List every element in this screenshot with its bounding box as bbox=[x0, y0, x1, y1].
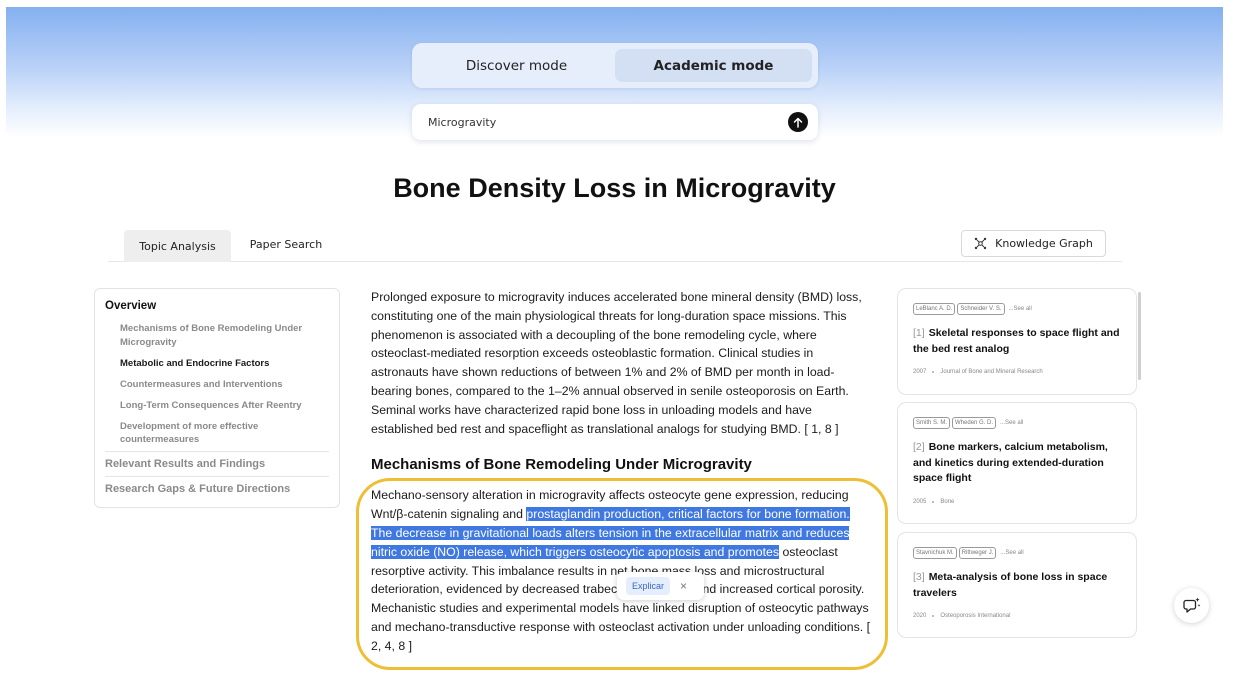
knowledge-graph-button[interactable]: Knowledge Graph bbox=[961, 230, 1106, 257]
academic-mode-button[interactable]: Academic mode bbox=[615, 49, 812, 82]
author-chip[interactable]: Rittweger J. bbox=[958, 547, 997, 559]
see-all-authors-link[interactable]: ...See all bbox=[1000, 550, 1023, 556]
author-chip[interactable]: Wheden G. D. bbox=[952, 417, 997, 429]
submit-button[interactable] bbox=[788, 112, 808, 132]
explain-button[interactable]: Explicar bbox=[626, 577, 671, 595]
toc-item-metabolic[interactable]: Metabolic and Endocrine Factors bbox=[105, 357, 310, 371]
reference-journal: Journal of Bone and Mineral Research bbox=[940, 369, 1043, 375]
sparkle-chat-icon bbox=[1182, 597, 1200, 613]
see-all-authors-link[interactable]: ...See all bbox=[1000, 420, 1023, 426]
reference-number: [3] bbox=[913, 571, 925, 583]
reference-card[interactable]: Stavnichuk M. Rittweger J. ...See all [3… bbox=[897, 532, 1137, 638]
tab-topic-analysis[interactable]: Topic Analysis bbox=[124, 230, 231, 262]
reference-card[interactable]: LeBlanc A. D. Schneider V. S. ...See all… bbox=[897, 288, 1137, 395]
knowledge-graph-label: Knowledge Graph bbox=[995, 237, 1093, 250]
reference-meta: 2005 Bone bbox=[913, 499, 1121, 505]
toc-item-countermeasures[interactable]: Countermeasures and Interventions bbox=[105, 378, 310, 392]
reference-journal: Bone bbox=[940, 498, 955, 505]
close-icon[interactable]: × bbox=[680, 580, 687, 592]
page-title: Bone Density Loss in Microgravity bbox=[393, 173, 836, 203]
see-all-authors-link[interactable]: ...See all bbox=[1009, 306, 1032, 312]
arrow-up-icon bbox=[793, 117, 803, 128]
toc-item-mechanisms[interactable]: Mechanisms of Bone Remodeling Under Micr… bbox=[105, 322, 310, 349]
reference-journal: Osteoporosis International bbox=[940, 613, 1011, 619]
reference-title-text: Meta-analysis of bone loss in space trav… bbox=[913, 571, 1108, 599]
separator-dot bbox=[932, 615, 935, 617]
selection-popup: Explicar × bbox=[617, 572, 704, 600]
reference-number: [2] bbox=[913, 441, 925, 453]
author-chip[interactable]: LeBlanc A. D. bbox=[913, 303, 956, 315]
author-list: Smith S. M. Wheden G. D. ...See all bbox=[913, 417, 1121, 429]
toc-item-long-term[interactable]: Long-Term Consequences After Reentry bbox=[105, 399, 310, 413]
reference-meta: 2020 Osteoporosis International bbox=[913, 613, 1121, 619]
toc-section-results[interactable]: Relevant Results and Findings bbox=[105, 451, 329, 476]
reference-number: [1] bbox=[913, 327, 925, 339]
discover-mode-button[interactable]: Discover mode bbox=[418, 49, 615, 82]
reference-title: [3] Meta-analysis of bone loss in space t… bbox=[913, 570, 1121, 601]
reference-title-text: Skeletal responses to space flight and t… bbox=[913, 327, 1120, 355]
separator-dot bbox=[932, 500, 935, 503]
reference-year: 2007 bbox=[913, 369, 927, 375]
toc-overview[interactable]: Overview bbox=[105, 300, 329, 312]
table-of-contents: Overview Mechanisms of Bone Remodeling U… bbox=[94, 288, 340, 508]
reference-year: 2020 bbox=[913, 613, 927, 619]
reference-title: [2] Bone markers, calcium metabolism, and… bbox=[913, 440, 1121, 487]
separator-dot bbox=[932, 371, 935, 373]
reference-year: 2005 bbox=[913, 498, 927, 505]
author-chip[interactable]: Stavnichuk M. bbox=[913, 547, 957, 559]
reference-meta: 2007 Journal of Bone and Mineral Research bbox=[913, 369, 1121, 375]
tab-paper-search[interactable]: Paper Search bbox=[245, 230, 327, 258]
author-list: LeBlanc A. D. Schneider V. S. ...See all bbox=[913, 303, 1121, 315]
toc-section-gaps[interactable]: Research Gaps & Future Directions bbox=[105, 476, 329, 501]
search-box bbox=[412, 104, 818, 140]
reference-card[interactable]: Smith S. M. Wheden G. D. ...See all [2] B… bbox=[897, 402, 1137, 524]
mode-toggle: Discover mode Academic mode bbox=[412, 43, 818, 88]
intro-paragraph: Prolonged exposure to microgravity induc… bbox=[371, 290, 862, 436]
graph-nodes-icon bbox=[974, 237, 987, 250]
search-input[interactable] bbox=[428, 115, 788, 129]
reference-title-text: Bone markers, calcium metabolism, and ki… bbox=[913, 441, 1108, 484]
author-list: Stavnichuk M. Rittweger J. ...See all bbox=[913, 547, 1121, 559]
assistant-fab-button[interactable] bbox=[1174, 588, 1209, 623]
author-chip[interactable]: Smith S. M. bbox=[913, 417, 951, 429]
author-chip[interactable]: Schneider V. S. bbox=[957, 303, 1005, 315]
reference-title: [1] Skeletal responses to space flight an… bbox=[913, 326, 1121, 357]
references-scrollbar[interactable] bbox=[1138, 292, 1141, 380]
toc-item-development[interactable]: Development of more effective countermea… bbox=[105, 420, 310, 447]
section-heading: Mechanisms of Bone Remodeling Under Micr… bbox=[371, 456, 752, 474]
